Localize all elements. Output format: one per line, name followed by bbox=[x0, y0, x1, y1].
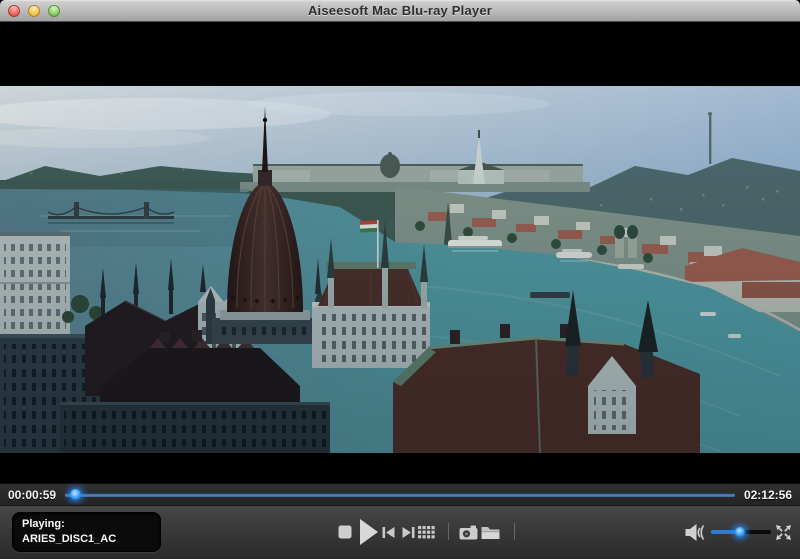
playlist-grid-button[interactable] bbox=[418, 526, 435, 539]
elapsed-time: 00:00:59 bbox=[8, 484, 56, 506]
control-bar: Playing: ARIES_DISC1_AC bbox=[0, 505, 800, 559]
fullscreen-button[interactable] bbox=[775, 524, 792, 541]
separator bbox=[448, 523, 449, 540]
video-display[interactable] bbox=[0, 22, 800, 483]
total-time: 02:12:56 bbox=[744, 484, 792, 506]
window-title: Aiseesoft Mac Blu-ray Player bbox=[0, 3, 800, 18]
app-window: Aiseesoft Mac Blu-ray Player bbox=[0, 0, 800, 559]
previous-button[interactable] bbox=[382, 527, 395, 538]
seek-row: 00:00:59 02:12:56 bbox=[0, 483, 800, 505]
zoom-button[interactable] bbox=[48, 5, 60, 17]
volume-slider[interactable] bbox=[711, 530, 771, 534]
playing-label: Playing: bbox=[22, 517, 151, 532]
traffic-lights bbox=[8, 0, 60, 22]
separator bbox=[514, 523, 515, 540]
play-button[interactable] bbox=[359, 518, 379, 546]
volume-speaker-icon[interactable] bbox=[685, 523, 706, 542]
stop-button[interactable] bbox=[338, 525, 352, 539]
open-folder-button[interactable] bbox=[481, 525, 500, 540]
minimize-button[interactable] bbox=[28, 5, 40, 17]
snapshot-camera-button[interactable] bbox=[459, 525, 478, 540]
next-button[interactable] bbox=[402, 527, 415, 538]
titlebar[interactable]: Aiseesoft Mac Blu-ray Player bbox=[0, 0, 800, 22]
seek-bar[interactable] bbox=[65, 493, 735, 497]
seek-thumb[interactable] bbox=[70, 489, 81, 500]
video-frame-budapest bbox=[0, 86, 800, 453]
now-playing-box: Playing: ARIES_DISC1_AC bbox=[12, 512, 161, 552]
volume-thumb[interactable] bbox=[735, 527, 745, 537]
close-button[interactable] bbox=[8, 5, 20, 17]
media-name: ARIES_DISC1_AC bbox=[22, 532, 151, 547]
